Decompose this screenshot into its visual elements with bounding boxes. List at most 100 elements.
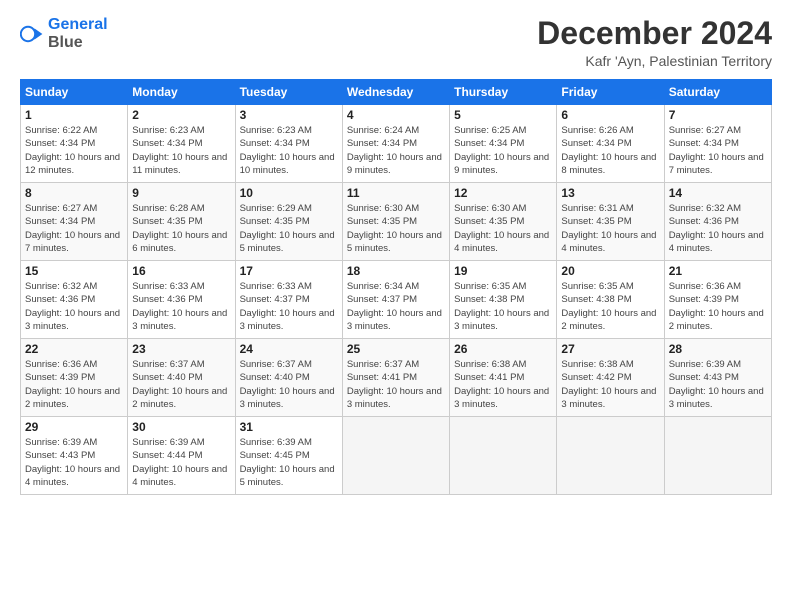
day-detail: Sunrise: 6:37 AM Sunset: 4:40 PM Dayligh…: [240, 358, 338, 411]
weekday-saturday: Saturday: [664, 80, 771, 105]
day-detail: Sunrise: 6:34 AM Sunset: 4:37 PM Dayligh…: [347, 280, 445, 333]
day-detail: Sunrise: 6:39 AM Sunset: 4:45 PM Dayligh…: [240, 436, 338, 489]
day-detail: Sunrise: 6:25 AM Sunset: 4:34 PM Dayligh…: [454, 124, 552, 177]
day-number: 15: [25, 264, 123, 278]
table-cell: 5 Sunrise: 6:25 AM Sunset: 4:34 PM Dayli…: [450, 105, 557, 183]
day-number: 4: [347, 108, 445, 122]
table-cell: 22 Sunrise: 6:36 AM Sunset: 4:39 PM Dayl…: [21, 339, 128, 417]
day-number: 11: [347, 186, 445, 200]
day-detail: Sunrise: 6:27 AM Sunset: 4:34 PM Dayligh…: [25, 202, 123, 255]
table-cell: 30 Sunrise: 6:39 AM Sunset: 4:44 PM Dayl…: [128, 417, 235, 495]
weekday-tuesday: Tuesday: [235, 80, 342, 105]
weekday-friday: Friday: [557, 80, 664, 105]
day-detail: Sunrise: 6:36 AM Sunset: 4:39 PM Dayligh…: [669, 280, 767, 333]
day-number: 22: [25, 342, 123, 356]
day-number: 30: [132, 420, 230, 434]
day-number: 18: [347, 264, 445, 278]
table-cell: 9 Sunrise: 6:28 AM Sunset: 4:35 PM Dayli…: [128, 183, 235, 261]
table-cell: 11 Sunrise: 6:30 AM Sunset: 4:35 PM Dayl…: [342, 183, 449, 261]
day-number: 3: [240, 108, 338, 122]
day-detail: Sunrise: 6:36 AM Sunset: 4:39 PM Dayligh…: [25, 358, 123, 411]
day-number: 5: [454, 108, 552, 122]
table-cell: [342, 417, 449, 495]
weekday-thursday: Thursday: [450, 80, 557, 105]
day-detail: Sunrise: 6:38 AM Sunset: 4:42 PM Dayligh…: [561, 358, 659, 411]
day-detail: Sunrise: 6:32 AM Sunset: 4:36 PM Dayligh…: [25, 280, 123, 333]
table-cell: 4 Sunrise: 6:24 AM Sunset: 4:34 PM Dayli…: [342, 105, 449, 183]
table-cell: 17 Sunrise: 6:33 AM Sunset: 4:37 PM Dayl…: [235, 261, 342, 339]
day-number: 6: [561, 108, 659, 122]
day-number: 25: [347, 342, 445, 356]
table-cell: 20 Sunrise: 6:35 AM Sunset: 4:38 PM Dayl…: [557, 261, 664, 339]
day-number: 28: [669, 342, 767, 356]
calendar-page: General Blue December 2024 Kafr 'Ayn, Pa…: [0, 0, 792, 612]
weekday-sunday: Sunday: [21, 80, 128, 105]
day-number: 13: [561, 186, 659, 200]
day-detail: Sunrise: 6:35 AM Sunset: 4:38 PM Dayligh…: [561, 280, 659, 333]
day-number: 23: [132, 342, 230, 356]
table-cell: 2 Sunrise: 6:23 AM Sunset: 4:34 PM Dayli…: [128, 105, 235, 183]
table-cell: 18 Sunrise: 6:34 AM Sunset: 4:37 PM Dayl…: [342, 261, 449, 339]
calendar-table: Sunday Monday Tuesday Wednesday Thursday…: [20, 79, 772, 495]
weekday-monday: Monday: [128, 80, 235, 105]
day-detail: Sunrise: 6:38 AM Sunset: 4:41 PM Dayligh…: [454, 358, 552, 411]
table-cell: 31 Sunrise: 6:39 AM Sunset: 4:45 PM Dayl…: [235, 417, 342, 495]
day-detail: Sunrise: 6:23 AM Sunset: 4:34 PM Dayligh…: [240, 124, 338, 177]
table-cell: 25 Sunrise: 6:37 AM Sunset: 4:41 PM Dayl…: [342, 339, 449, 417]
table-cell: 8 Sunrise: 6:27 AM Sunset: 4:34 PM Dayli…: [21, 183, 128, 261]
day-detail: Sunrise: 6:39 AM Sunset: 4:43 PM Dayligh…: [669, 358, 767, 411]
table-cell: 7 Sunrise: 6:27 AM Sunset: 4:34 PM Dayli…: [664, 105, 771, 183]
day-number: 14: [669, 186, 767, 200]
weekday-wednesday: Wednesday: [342, 80, 449, 105]
day-detail: Sunrise: 6:31 AM Sunset: 4:35 PM Dayligh…: [561, 202, 659, 255]
day-number: 9: [132, 186, 230, 200]
day-number: 10: [240, 186, 338, 200]
day-number: 8: [25, 186, 123, 200]
day-detail: Sunrise: 6:39 AM Sunset: 4:43 PM Dayligh…: [25, 436, 123, 489]
table-cell: 24 Sunrise: 6:37 AM Sunset: 4:40 PM Dayl…: [235, 339, 342, 417]
day-number: 21: [669, 264, 767, 278]
day-number: 20: [561, 264, 659, 278]
day-number: 16: [132, 264, 230, 278]
table-cell: [450, 417, 557, 495]
day-detail: Sunrise: 6:27 AM Sunset: 4:34 PM Dayligh…: [669, 124, 767, 177]
day-number: 2: [132, 108, 230, 122]
table-cell: 10 Sunrise: 6:29 AM Sunset: 4:35 PM Dayl…: [235, 183, 342, 261]
subtitle: Kafr 'Ayn, Palestinian Territory: [537, 53, 772, 69]
day-number: 31: [240, 420, 338, 434]
day-number: 17: [240, 264, 338, 278]
day-number: 12: [454, 186, 552, 200]
calendar-header: Sunday Monday Tuesday Wednesday Thursday…: [21, 80, 772, 105]
day-detail: Sunrise: 6:28 AM Sunset: 4:35 PM Dayligh…: [132, 202, 230, 255]
header: General Blue December 2024 Kafr 'Ayn, Pa…: [20, 16, 772, 69]
table-cell: 27 Sunrise: 6:38 AM Sunset: 4:42 PM Dayl…: [557, 339, 664, 417]
day-detail: Sunrise: 6:37 AM Sunset: 4:41 PM Dayligh…: [347, 358, 445, 411]
logo: General Blue: [20, 16, 108, 51]
calendar-body: 1 Sunrise: 6:22 AM Sunset: 4:34 PM Dayli…: [21, 105, 772, 495]
day-detail: Sunrise: 6:39 AM Sunset: 4:44 PM Dayligh…: [132, 436, 230, 489]
table-cell: 3 Sunrise: 6:23 AM Sunset: 4:34 PM Dayli…: [235, 105, 342, 183]
table-cell: 23 Sunrise: 6:37 AM Sunset: 4:40 PM Dayl…: [128, 339, 235, 417]
day-detail: Sunrise: 6:26 AM Sunset: 4:34 PM Dayligh…: [561, 124, 659, 177]
day-detail: Sunrise: 6:30 AM Sunset: 4:35 PM Dayligh…: [347, 202, 445, 255]
day-number: 1: [25, 108, 123, 122]
day-number: 26: [454, 342, 552, 356]
table-cell: 19 Sunrise: 6:35 AM Sunset: 4:38 PM Dayl…: [450, 261, 557, 339]
logo-icon: [20, 22, 44, 46]
day-number: 7: [669, 108, 767, 122]
logo-text: General Blue: [48, 16, 108, 51]
table-cell: [557, 417, 664, 495]
table-cell: 14 Sunrise: 6:32 AM Sunset: 4:36 PM Dayl…: [664, 183, 771, 261]
day-detail: Sunrise: 6:35 AM Sunset: 4:38 PM Dayligh…: [454, 280, 552, 333]
table-cell: 16 Sunrise: 6:33 AM Sunset: 4:36 PM Dayl…: [128, 261, 235, 339]
day-number: 29: [25, 420, 123, 434]
day-detail: Sunrise: 6:37 AM Sunset: 4:40 PM Dayligh…: [132, 358, 230, 411]
day-detail: Sunrise: 6:22 AM Sunset: 4:34 PM Dayligh…: [25, 124, 123, 177]
day-detail: Sunrise: 6:24 AM Sunset: 4:34 PM Dayligh…: [347, 124, 445, 177]
day-detail: Sunrise: 6:32 AM Sunset: 4:36 PM Dayligh…: [669, 202, 767, 255]
table-cell: 28 Sunrise: 6:39 AM Sunset: 4:43 PM Dayl…: [664, 339, 771, 417]
day-number: 19: [454, 264, 552, 278]
day-detail: Sunrise: 6:23 AM Sunset: 4:34 PM Dayligh…: [132, 124, 230, 177]
main-title: December 2024: [537, 16, 772, 51]
table-cell: 6 Sunrise: 6:26 AM Sunset: 4:34 PM Dayli…: [557, 105, 664, 183]
